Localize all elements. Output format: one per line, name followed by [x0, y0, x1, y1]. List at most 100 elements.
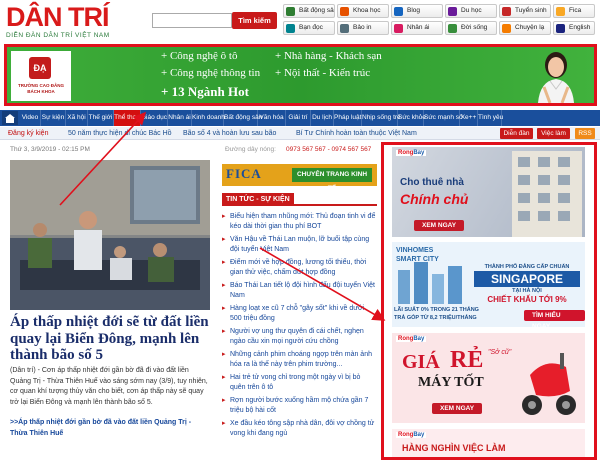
nav-item[interactable]: Xe++	[460, 110, 478, 126]
nav-item[interactable]: Bất động sản	[224, 110, 262, 126]
quick-link-label: Bất động sản	[299, 7, 335, 14]
rongbay-logo-part: Bay	[413, 336, 425, 342]
quick-link-fica[interactable]: Fica	[553, 4, 595, 18]
nav-item[interactable]: Nhân ái	[168, 110, 192, 126]
ticker-item[interactable]: Bão số 4 và hoàn lưu sau bão	[183, 127, 276, 140]
rongbay-logo: RongBay	[396, 336, 427, 342]
article-title[interactable]: Áp thấp nhiệt đới sẽ từ đất liền quay lạ…	[10, 314, 210, 364]
ad1-title: Cho thuê nhà	[400, 177, 464, 188]
ad1-button[interactable]: XEM NGAY	[414, 220, 465, 231]
ad1-title2: Chính chủ	[400, 191, 469, 207]
nav-item[interactable]: Xã hội	[66, 110, 88, 126]
quick-link-tuy-n-sinh[interactable]: Tuyển sinh	[499, 4, 551, 18]
news-item[interactable]: Người vợ ung thư quyên đi cái chết, nghẹ…	[222, 327, 377, 347]
nav-item[interactable]: Du lịch	[311, 110, 334, 126]
nav-item[interactable]: Tình yêu	[478, 110, 503, 126]
nav-item[interactable]: Thể thao	[114, 110, 141, 126]
news-item[interactable]: Biểu hiện tham nhũng mới: Thủ đoạn tinh …	[222, 212, 377, 232]
nav-item[interactable]: Giáo dục	[141, 110, 168, 126]
quick-link-label: Blog	[407, 7, 421, 14]
quick-link-chuy-n-l-[interactable]: Chuyện lạ	[499, 21, 551, 35]
quick-link-du-h-c[interactable]: Du học	[445, 4, 497, 18]
hotline-label: Đường dây nóng:	[225, 146, 276, 153]
search-button[interactable]: Tìm kiếm	[232, 12, 277, 29]
fica-banner[interactable]: FICA CHUYÊN TRANG KINH TẾ	[222, 164, 377, 186]
nav-item[interactable]: Sự kiện	[41, 110, 66, 126]
quick-link-b-t-ng-s-n[interactable]: Bất động sản	[283, 4, 335, 18]
ticker-item[interactable]: Bí Tư Chính hoàn toàn thuộc Việt Nam	[296, 127, 417, 140]
news-item[interactable]: Những cảnh phim choáng ngợp trên màn ảnh…	[222, 350, 377, 370]
news-item[interactable]: Xe đầu kéo tông sập nhà dân, đôi vợ chồn…	[222, 419, 377, 439]
rongbay-logo-part: Bay	[413, 150, 425, 156]
ad-jobs[interactable]: RongBay HÀNG NGHÌN VIỆC LÀM	[392, 429, 585, 457]
quick-link-blog[interactable]: Blog	[391, 4, 443, 18]
news-item[interactable]: Văn Hậu về Thái Lan muộn, lỡ buổi tập cù…	[222, 235, 377, 255]
news-item[interactable]: Hai trẻ tử vong chỉ trong một ngày vì bị…	[222, 373, 377, 393]
news-item[interactable]: Rợn người bước xuống hầm mộ chứa gần 7 t…	[222, 396, 377, 416]
quick-link--i-s-ng[interactable]: Đời sống	[445, 21, 497, 35]
quick-link-english[interactable]: English	[553, 21, 595, 35]
ad3-button[interactable]: XEM NGAY	[432, 403, 483, 414]
hotline-number: 0973 567 567 - 0974 567 567	[286, 146, 372, 153]
ad2-discount: CHIẾT KHẤU TỚI 9%	[487, 295, 567, 304]
nav-item[interactable]: Văn hóa	[258, 110, 286, 126]
ad2-button[interactable]: TÌM HIỂU NGAY	[524, 310, 585, 327]
nav-item[interactable]: Nhịp sống trẻ	[362, 110, 401, 126]
reader-icon	[286, 24, 295, 33]
banner-background: ĐẠ TRƯỜNG CAO ĐẲNG BÁCH KHOA + Công nghệ…	[7, 47, 594, 103]
nav-item[interactable]: Thế giới	[88, 110, 114, 126]
news-item[interactable]: Báo Thái Lan tiết lộ đội hình đấu đội tu…	[222, 281, 377, 301]
flag-uk-icon	[556, 24, 565, 33]
ad2-city: SINGAPORE	[474, 271, 580, 287]
section-title[interactable]: TIN TỨC - SỰ KIỆN	[222, 193, 294, 206]
fica-icon	[556, 7, 565, 16]
quick-link-nh-n-i[interactable]: Nhân ái	[391, 21, 443, 35]
site-logo[interactable]: DÂN TRÍ DIỄN ĐÀN DÂN TRÍ VIỆT NAM	[6, 4, 146, 40]
news-item[interactable]: Điểm mới về hợp đồng, lương tối thiểu, t…	[222, 258, 377, 278]
nav-item[interactable]: Pháp luật	[334, 110, 362, 126]
banner-line: + Nhà hàng - Khách sạn	[275, 50, 382, 62]
search-input[interactable]	[152, 13, 232, 28]
banner-line: + Nội thất - Kiến trúc	[275, 67, 371, 79]
nav-item[interactable]: Kinh doanh	[192, 110, 225, 126]
scooter-graphic	[522, 353, 576, 415]
nav-item[interactable]: Giải trí	[286, 110, 311, 126]
rss-button[interactable]: RSS	[575, 128, 595, 139]
heart-icon	[394, 24, 403, 33]
quick-link-label: Tuyển sinh	[515, 7, 547, 14]
ad3-note: "Sở cũ"	[488, 349, 512, 356]
house-icon	[286, 7, 295, 16]
ad-vinhomes[interactable]: VINHOMES SMART CITY THÀNH PHỐ ĐẲNG CẤP C…	[392, 242, 585, 327]
home-icon[interactable]	[2, 111, 18, 125]
article-date: Thứ 3, 3/9/2019 - 02:15 PM	[10, 146, 90, 153]
ad-cheap-phones[interactable]: RongBay GIÁ RẺ "Sở cũ" MÁY TỐT XEM NGAY	[392, 333, 585, 423]
quick-link-label: Fica	[569, 7, 582, 14]
quick-link-label: Nhân ái	[407, 24, 430, 31]
related-article-link[interactable]: >>Áp thấp nhiệt đới gần bờ đã vào đất li…	[10, 418, 210, 439]
ad-house-rent[interactable]: RongBay Cho thuê nhà Chính chủ XEM NGAY	[392, 147, 585, 237]
quick-link-label: Bạn đọc	[299, 24, 323, 31]
nav-item[interactable]: Sức khỏe	[398, 110, 426, 126]
quick-link-b-o-in[interactable]: Bảo in	[337, 21, 389, 35]
quick-link-b-n-c[interactable]: Bạn đọc	[283, 21, 335, 35]
quick-link-label: Chuyện lạ	[515, 24, 545, 31]
quick-link-label: English	[569, 24, 591, 31]
fica-tag: CHUYÊN TRANG KINH TẾ	[292, 168, 372, 186]
life-icon	[448, 24, 457, 33]
ticker-item[interactable]: 50 năm thực hiện di chúc Bác Hồ	[68, 127, 172, 140]
article-image[interactable]	[10, 160, 210, 310]
section-header: TIN TỨC - SỰ KIỆN	[222, 193, 377, 206]
ad2-tagline: TẠI HÀ NỘI	[512, 288, 542, 294]
jobs-button[interactable]: Việc làm	[537, 128, 570, 139]
college-logo: ĐẠ TRƯỜNG CAO ĐẲNG BÁCH KHOA	[11, 51, 71, 101]
news-item[interactable]: Hàng loạt xe cũ 7 chỗ "gây sốt" khi về d…	[222, 304, 377, 324]
forum-button[interactable]: Diễn đàn	[500, 128, 533, 139]
nav-item[interactable]: Video	[20, 110, 41, 126]
page: DÂN TRÍ DIỄN ĐÀN DÂN TRÍ VIỆT NAM Tìm ki…	[0, 0, 600, 463]
atom-icon	[340, 7, 349, 16]
student-photo	[538, 52, 574, 103]
quick-link-khoa-h-c[interactable]: Khoa học	[337, 4, 389, 18]
top-banner-ad[interactable]: ĐẠ TRƯỜNG CAO ĐẲNG BÁCH KHOA + Công nghệ…	[4, 44, 597, 106]
register-event-link[interactable]: Đăng ký kiện	[8, 127, 48, 140]
nav-item[interactable]: Sức mạnh số	[424, 110, 463, 126]
